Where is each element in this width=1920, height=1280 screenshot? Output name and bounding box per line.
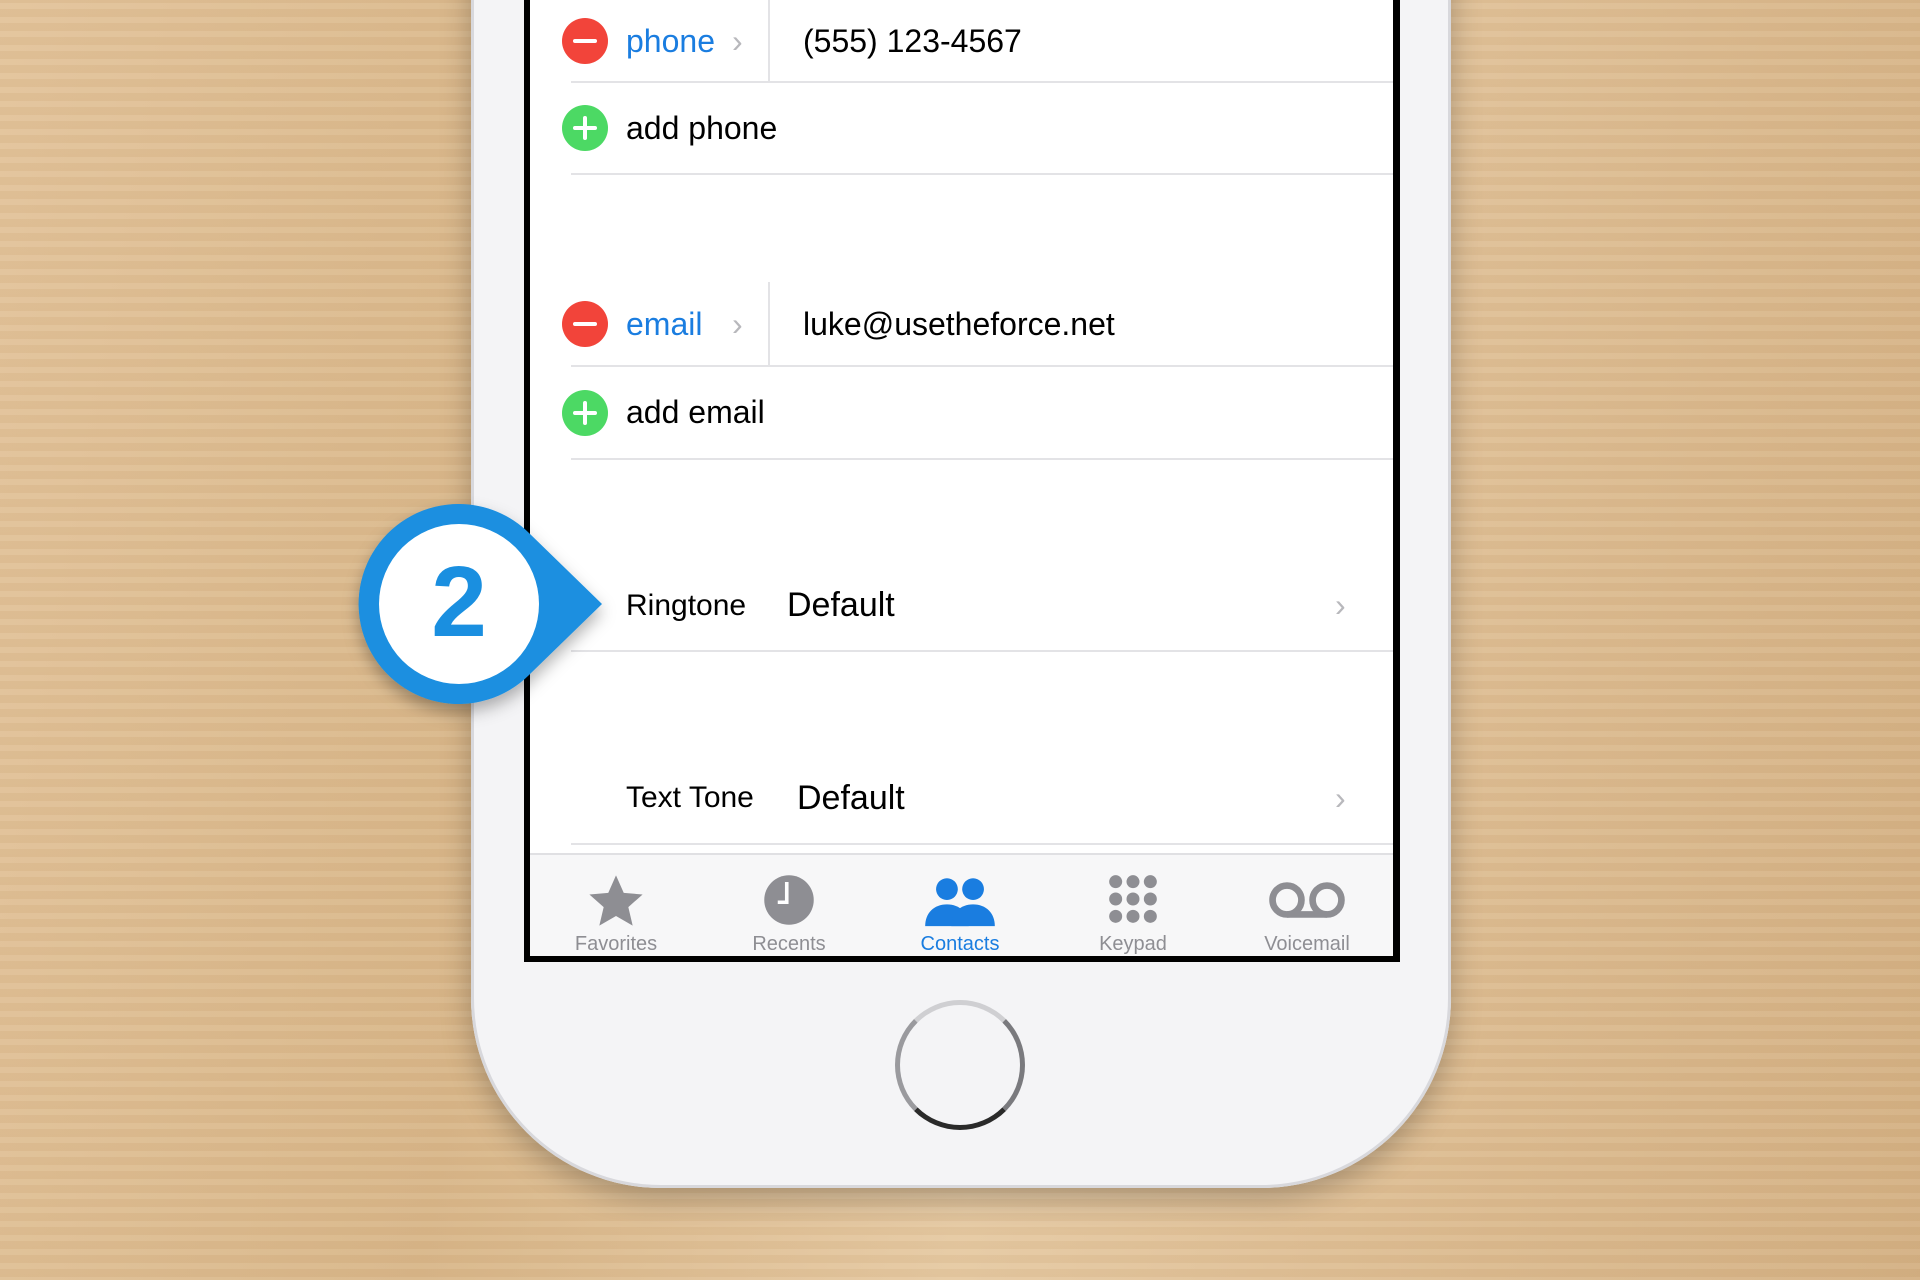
tab-label: Voicemail: [1264, 933, 1350, 955]
phone-row: phone › (555) 123-4567: [530, 0, 1393, 82]
add-email-row[interactable]: add email: [530, 366, 1393, 459]
ringtone-row[interactable]: Ringtone Default ›: [530, 560, 1393, 651]
text-tone-value: Default: [797, 778, 905, 817]
delete-phone-icon[interactable]: [562, 18, 608, 64]
chevron-right-icon: ›: [732, 305, 743, 342]
clock-icon: [764, 875, 814, 925]
chevron-right-icon: ›: [732, 22, 743, 59]
ringtone-value: Default: [787, 586, 895, 624]
separator: [571, 650, 1393, 652]
email-row: email › luke@usetheforce.net: [530, 282, 1393, 366]
step-callout-badge: 2: [358, 503, 602, 704]
chevron-right-icon: ›: [1335, 779, 1346, 816]
voicemail-icon: [1269, 882, 1345, 918]
divider: [768, 282, 770, 366]
phone-value-field[interactable]: (555) 123-4567: [803, 23, 1022, 60]
chevron-right-icon: ›: [1335, 587, 1346, 623]
ringtone-label: Ringtone: [626, 588, 747, 622]
step-number: 2: [431, 546, 487, 658]
tab-label: Contacts: [920, 933, 1000, 955]
separator: [571, 458, 1393, 460]
star-icon: [589, 875, 643, 926]
add-phone-row[interactable]: add phone: [530, 82, 1393, 174]
tab-favorites[interactable]: Favorites: [541, 855, 691, 956]
tab-label: Keypad: [1099, 933, 1167, 955]
divider: [768, 0, 770, 82]
phone-label-button[interactable]: phone: [626, 23, 715, 60]
text-tone-row[interactable]: Text Tone Default ›: [530, 752, 1393, 844]
contact-edit-screen: phone › (555) 123-4567 add phone email ›…: [530, 0, 1393, 956]
tab-contacts[interactable]: Contacts: [885, 855, 1035, 956]
add-email-icon[interactable]: [562, 389, 608, 436]
delete-email-icon[interactable]: [562, 301, 608, 347]
text-tone-label: Text Tone: [626, 781, 754, 814]
add-email-label: add email: [626, 394, 765, 430]
tab-bar: Favorites Recents Contacts Keypad Voicem…: [530, 853, 1393, 956]
tab-label: Favorites: [574, 933, 658, 955]
tab-keypad[interactable]: Keypad: [1058, 855, 1208, 956]
add-phone-icon[interactable]: [562, 105, 608, 151]
tab-label: Recents: [752, 933, 826, 955]
tab-voicemail[interactable]: Voicemail: [1232, 855, 1382, 956]
tab-recents[interactable]: Recents: [714, 855, 864, 956]
email-value-field[interactable]: luke@usetheforce.net: [803, 306, 1115, 343]
add-phone-label: add phone: [626, 109, 778, 146]
separator: [571, 843, 1393, 845]
home-button[interactable]: [895, 1000, 1025, 1130]
email-label-button[interactable]: email: [626, 306, 702, 343]
keypad-icon: [1109, 875, 1157, 923]
contacts-icon: [925, 878, 995, 927]
separator: [571, 173, 1393, 175]
